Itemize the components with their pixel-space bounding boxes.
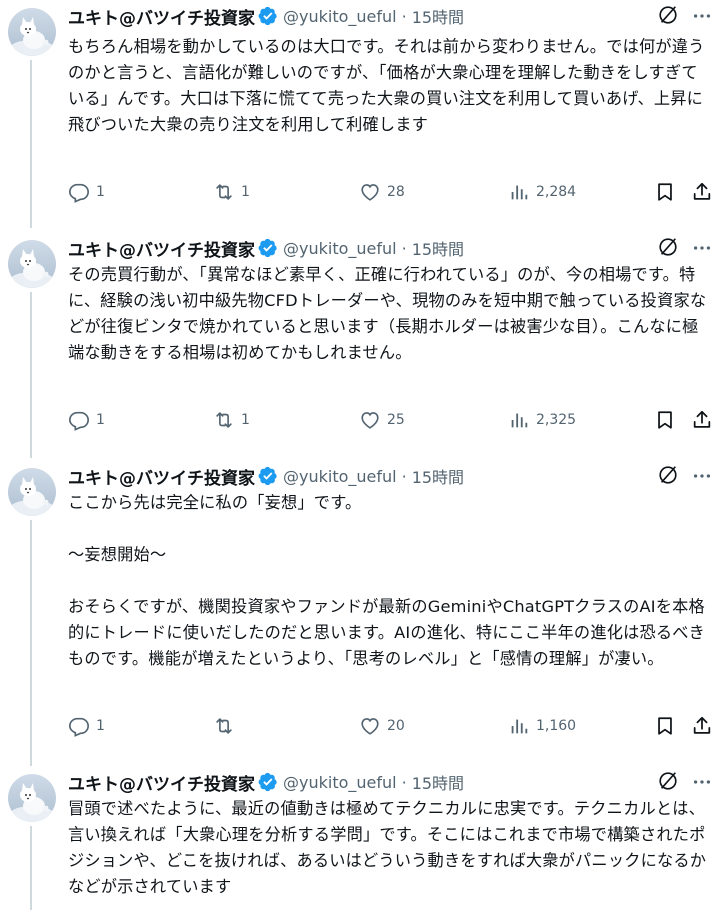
share-button[interactable] [691,180,713,204]
like-count: 20 [387,718,405,734]
share-button[interactable] [691,714,713,738]
reply-icon [68,181,90,203]
reply-button[interactable]: 1 [68,180,105,204]
bookmark-button[interactable] [654,408,676,432]
timestamp[interactable]: 15時間 [412,236,464,260]
verified-badge-icon [258,238,278,258]
avatar[interactable] [8,240,56,288]
like-count: 28 [387,184,405,200]
timestamp[interactable]: 15時間 [412,770,464,794]
avatar[interactable] [8,8,56,56]
retweet-count: 1 [241,184,250,200]
like-icon [359,715,381,737]
like-icon [359,181,381,203]
avatar[interactable] [8,468,56,516]
share-icon [691,181,713,203]
like-button[interactable]: 28 [359,180,405,204]
retweet-icon [213,715,235,737]
share-icon [691,715,713,737]
separator: · [401,466,407,486]
reply-count: 1 [96,718,105,734]
verified-badge-icon [258,6,278,26]
more-options-icon[interactable] [691,771,713,793]
tweet-header: ユキト@バツイチ投資家 @yukito_ueful · 15時間 [68,464,721,489]
timestamp[interactable]: 15時間 [412,464,464,488]
author-handle[interactable]: @yukito_ueful [283,773,397,792]
like-icon [359,409,381,431]
tweet[interactable]: ユキト@バツイチ投資家 @yukito_ueful · 15時間 ここから先は完… [0,460,721,766]
grok-icon[interactable] [657,464,679,486]
tweet-text: ここから先は完全に私の「妄想」です。 ～妄想開始～ おそらくですが、機関投資家や… [68,493,706,668]
like-count: 25 [387,412,405,428]
thread-line [30,520,32,766]
author-handle[interactable]: @yukito_ueful [283,239,397,258]
grok-icon[interactable] [657,4,679,26]
author-name[interactable]: ユキト@バツイチ投資家 [68,236,255,261]
author-name[interactable]: ユキト@バツイチ投資家 [68,464,255,489]
tweet-text: 冒頭で述べたように、最近の値動きは極めてテクニカルに忠実です。テクニカルとは、言… [68,799,707,896]
like-button[interactable]: 20 [359,714,405,738]
action-bar: 1 1 28 2,284 [68,180,714,204]
reply-icon [68,409,90,431]
verified-badge-icon [258,772,278,792]
reply-button[interactable]: 1 [68,714,105,738]
author-name[interactable]: ユキト@バツイチ投資家 [68,770,255,795]
more-options-icon[interactable] [691,237,713,259]
views-count: 1,160 [536,718,577,734]
tweet-text: その売買行動が、「異常なほど素早く、正確に行われている」のが、今の相場です。特に… [68,265,707,362]
tweet-header: ユキト@バツイチ投資家 @yukito_ueful · 15時間 [68,236,721,261]
tweet-header: ユキト@バツイチ投資家 @yukito_ueful · 15時間 [68,770,721,795]
like-button[interactable]: 25 [359,408,405,432]
views-count: 2,325 [536,412,577,428]
bookmark-button[interactable] [654,714,676,738]
retweet-button[interactable]: 1 [213,180,250,204]
retweet-button[interactable] [213,714,241,738]
separator: · [401,238,407,258]
retweet-count: 1 [241,412,250,428]
grok-icon[interactable] [657,770,679,792]
separator: · [401,6,407,26]
bookmark-icon [654,715,676,737]
author-handle[interactable]: @yukito_ueful [283,467,397,486]
more-options-icon[interactable] [691,5,713,27]
retweet-button[interactable]: 1 [213,408,250,432]
reply-button[interactable]: 1 [68,408,105,432]
reply-count: 1 [96,412,105,428]
action-bar: 1 1 25 2,325 [68,408,714,432]
author-name[interactable]: ユキト@バツイチ投資家 [68,4,255,29]
bookmark-button[interactable] [654,180,676,204]
thread-line [30,60,32,228]
tweet-text: もちろん相場を動かしているのは大口です。それは前から変わりません。では何が違うの… [68,37,705,134]
action-bar: 1 20 1,160 [68,714,714,738]
bookmark-icon [654,409,676,431]
share-button[interactable] [691,408,713,432]
tweet[interactable]: ユキト@バツイチ投資家 @yukito_ueful · 15時間 冒頭で述べたよ… [0,766,721,910]
tweet[interactable]: ユキト@バツイチ投資家 @yukito_ueful · 15時間 その売買行動が… [0,232,721,458]
views-icon [508,409,530,431]
views-count: 2,284 [536,184,577,200]
grok-icon[interactable] [657,236,679,258]
author-handle[interactable]: @yukito_ueful [283,7,397,26]
separator: · [401,772,407,792]
views-button[interactable]: 2,284 [508,180,576,204]
reply-count: 1 [96,184,105,200]
tweet[interactable]: ユキト@バツイチ投資家 @yukito_ueful · 15時間 もちろん相場を… [0,0,721,228]
views-icon [508,715,530,737]
bookmark-icon [654,181,676,203]
views-icon [508,181,530,203]
reply-icon [68,715,90,737]
timestamp[interactable]: 15時間 [412,4,464,28]
views-button[interactable]: 2,325 [508,408,576,432]
retweet-icon [213,409,235,431]
avatar[interactable] [8,774,56,822]
retweet-icon [213,181,235,203]
share-icon [691,409,713,431]
more-options-icon[interactable] [691,465,713,487]
thread-line [30,826,32,910]
thread-line [30,292,32,458]
verified-badge-icon [258,466,278,486]
tweet-header: ユキト@バツイチ投資家 @yukito_ueful · 15時間 [68,4,721,29]
views-button[interactable]: 1,160 [508,714,576,738]
